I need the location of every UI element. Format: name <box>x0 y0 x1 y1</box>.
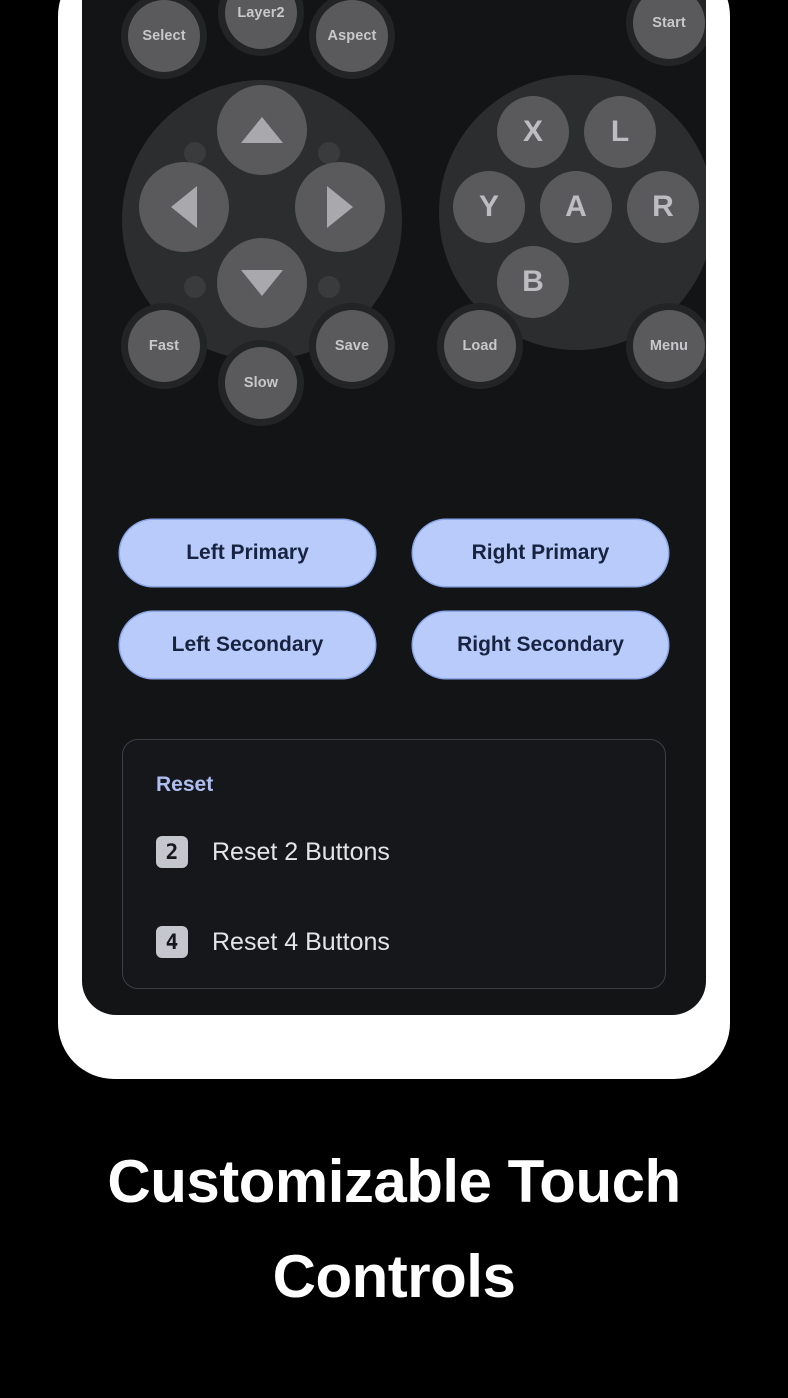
face-button-x[interactable]: X <box>497 96 569 168</box>
pad-button-layer2-label: Layer2 <box>237 5 285 21</box>
right-primary-button[interactable]: Right Primary <box>413 520 668 586</box>
dpad-right-button[interactable] <box>295 162 385 252</box>
pad-button-start-label: Start <box>652 15 686 31</box>
face-button-a[interactable]: A <box>540 171 612 243</box>
face-button-b-label: B <box>522 265 544 298</box>
reset-2-buttons-item[interactable]: 2 Reset 2 Buttons <box>123 817 665 887</box>
mapping-row-primary: Left Primary Right Primary <box>82 520 706 586</box>
pad-button-load[interactable]: Load <box>444 310 516 382</box>
dpad-diagonal-dot-sw <box>184 276 206 298</box>
pad-button-menu-label: Menu <box>649 338 689 354</box>
left-primary-button[interactable]: Left Primary <box>120 520 375 586</box>
triangle-left-icon <box>171 186 197 228</box>
triangle-right-icon <box>327 186 353 228</box>
pad-button-aspect-label: Aspect <box>327 28 377 44</box>
left-secondary-button[interactable]: Left Secondary <box>120 612 375 678</box>
pad-button-layer2[interactable]: Layer2 <box>225 0 297 49</box>
reset-card-title: Reset <box>156 773 214 796</box>
face-button-r-label: R <box>652 190 674 223</box>
pad-button-slow-label: Slow <box>243 375 279 391</box>
pad-button-load-label: Load <box>462 338 498 354</box>
face-button-a-label: A <box>565 190 587 223</box>
pad-button-select-label: Select <box>142 28 186 44</box>
face-button-b[interactable]: B <box>497 246 569 318</box>
dpad-diagonal-dot-ne <box>318 142 340 164</box>
phone-mockup-frame: X L Y A R B Select Layer2 Aspect Start F… <box>58 0 730 1079</box>
digit-4-icon: 4 <box>156 926 188 958</box>
digit-2-icon: 2 <box>156 836 188 868</box>
right-secondary-button[interactable]: Right Secondary <box>413 612 668 678</box>
mapping-button-grid: Left Primary Right Primary Left Secondar… <box>82 520 706 704</box>
dpad-up-button[interactable] <box>217 85 307 175</box>
pad-button-save-label: Save <box>334 338 370 354</box>
pad-button-aspect[interactable]: Aspect <box>316 0 388 72</box>
page-caption: Customizable Touch Controls <box>107 1148 681 1310</box>
pad-button-slow[interactable]: Slow <box>225 347 297 419</box>
pad-button-fast[interactable]: Fast <box>128 310 200 382</box>
face-button-r[interactable]: R <box>627 171 699 243</box>
pad-button-fast-label: Fast <box>148 338 180 354</box>
dpad-diagonal-dot-se <box>318 276 340 298</box>
face-button-y-label: Y <box>478 190 499 223</box>
pad-button-save[interactable]: Save <box>316 310 388 382</box>
dpad-down-button[interactable] <box>217 238 307 328</box>
face-button-l[interactable]: L <box>584 96 656 168</box>
triangle-up-icon <box>241 117 283 143</box>
face-button-x-label: X <box>522 115 543 148</box>
phone-screen: X L Y A R B Select Layer2 Aspect Start F… <box>82 0 706 1015</box>
reset-card: Reset 2 Reset 2 Buttons 4 Reset 4 Button… <box>122 739 666 989</box>
pad-button-select[interactable]: Select <box>128 0 200 72</box>
pad-button-start[interactable]: Start <box>633 0 705 59</box>
mapping-row-secondary: Left Secondary Right Secondary <box>82 612 706 678</box>
dpad-diagonal-dot-nw <box>184 142 206 164</box>
pad-button-menu[interactable]: Menu <box>633 310 705 382</box>
face-button-y[interactable]: Y <box>453 171 525 243</box>
triangle-down-icon <box>241 270 283 296</box>
touch-controls-overlay: X L Y A R B Select Layer2 Aspect Start F… <box>82 0 706 520</box>
reset-4-buttons-item[interactable]: 4 Reset 4 Buttons <box>123 907 665 977</box>
dpad-left-button[interactable] <box>139 162 229 252</box>
reset-2-buttons-label: Reset 2 Buttons <box>212 837 390 866</box>
face-button-l-label: L <box>610 115 630 148</box>
reset-4-buttons-label: Reset 4 Buttons <box>212 927 390 956</box>
